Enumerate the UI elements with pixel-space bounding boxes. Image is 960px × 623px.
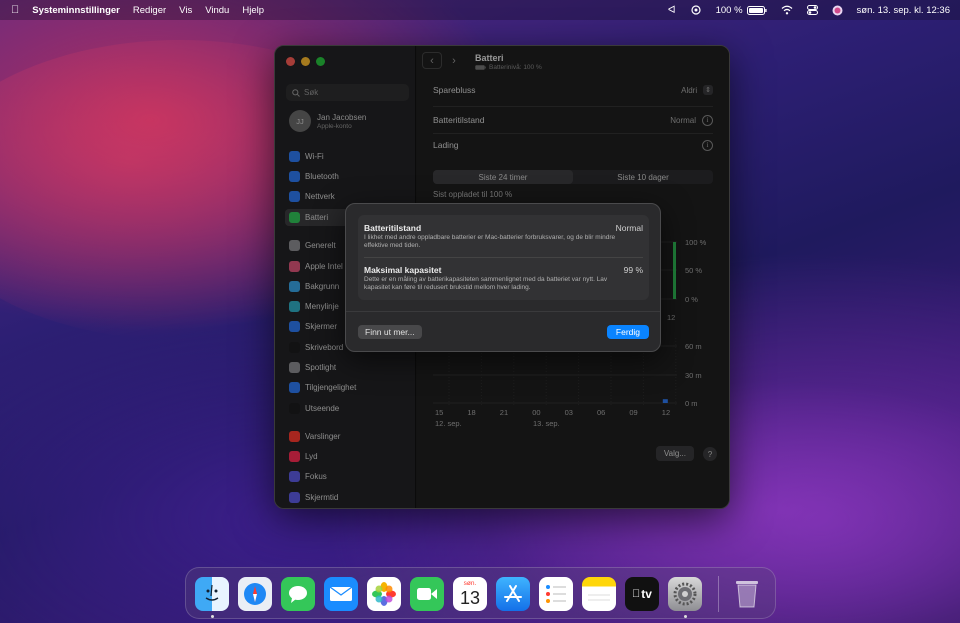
done-button[interactable]: Ferdig [606,325,649,339]
learn-more-button[interactable]: Finn ut mer... [358,325,422,339]
control-center-icon[interactable] [806,5,818,15]
capacity-value: 99 % [623,265,643,275]
battery-health-sheet: Batteritilstand Normal I likhet med andr… [345,203,661,352]
capacity-description: Dette er en måling av batterikapasiteten… [364,276,608,291]
messages-icon[interactable] [281,577,315,611]
airplay-icon[interactable] [690,5,702,15]
app-store-icon[interactable] [496,577,530,611]
divider [346,311,660,312]
apple-tv-icon[interactable]:  tv [625,577,659,611]
dock-divider [718,576,719,612]
battery-percent: 100 % [715,4,743,16]
running-indicator [684,615,687,618]
health-title: Batteritilstand [364,223,422,233]
health-description: I likhet med andre oppladbare batterier … [364,234,616,249]
tv-label: tv [637,587,652,601]
calendar-month: søn. [463,580,477,587]
facetime-icon[interactable] [410,577,444,611]
running-indicator [211,615,214,618]
menu-hjelp[interactable]: Hjelp [242,5,264,16]
app-menu[interactable]: Systeminnstillinger [32,5,120,16]
battery-status[interactable]: 100 % [716,5,767,16]
menu-vindu[interactable]: Vindu [205,5,229,16]
bluetooth-icon[interactable]: ᐊ [668,5,676,16]
sheet-info-panel: Batteritilstand Normal I likhet med andr… [358,215,649,300]
wifi-icon[interactable] [781,5,793,15]
apple-menu-icon[interactable]:  [11,4,19,16]
health-value: Normal [615,223,643,233]
menubar-clock[interactable]: søn. 13. sep. kl. 12:36 [857,5,950,16]
menu-vis[interactable]: Vis [179,5,192,16]
apple-logo-icon:  [632,588,640,600]
menu-rediger[interactable]: Rediger [133,5,166,16]
reminders-icon[interactable] [539,577,573,611]
capacity-title: Maksimal kapasitet [364,265,442,275]
trash-icon[interactable] [730,577,764,611]
notes-icon[interactable] [582,577,616,611]
battery-icon [746,5,767,15]
dock: søn. 13  tv [185,567,776,619]
divider [364,257,643,258]
photos-icon[interactable] [367,577,401,611]
system-settings-icon[interactable] [668,577,702,611]
calendar-day: 13 [459,588,481,608]
menu-bar:  Systeminnstillinger Rediger Vis Vindu … [0,0,960,20]
safari-icon[interactable] [238,577,272,611]
finder-icon[interactable] [195,577,229,611]
siri-icon[interactable] [832,5,843,16]
mail-icon[interactable] [324,577,358,611]
calendar-icon[interactable]: søn. 13 [453,577,487,611]
